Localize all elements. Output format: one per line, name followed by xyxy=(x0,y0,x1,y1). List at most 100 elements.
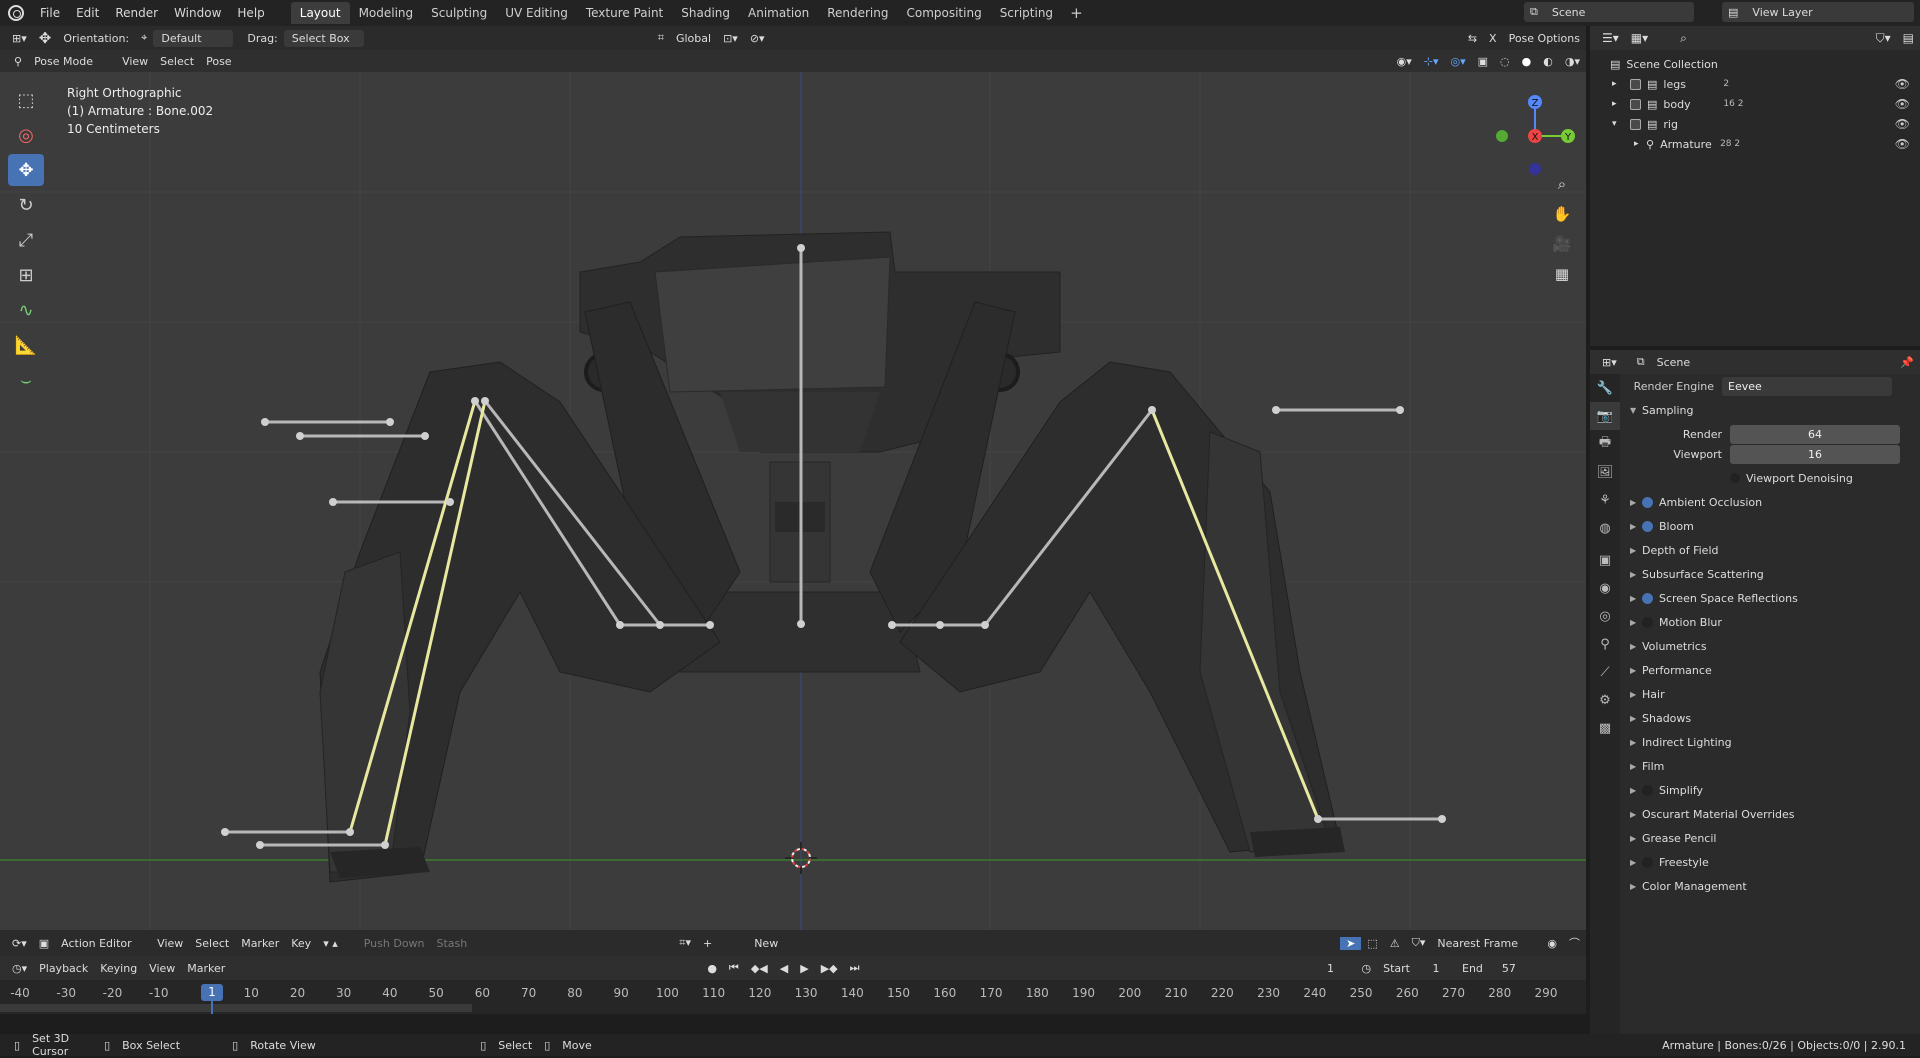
ae-filter-icon[interactable]: ▾ ▴ xyxy=(317,937,344,950)
snap-mode-dropdown[interactable]: Nearest Frame xyxy=(1431,937,1541,950)
annotate-tool-icon[interactable]: ∿ xyxy=(8,294,44,326)
menu-window[interactable]: Window xyxy=(166,6,229,20)
falloff-icon[interactable]: ⌒ xyxy=(1563,935,1586,951)
ae-view-menu[interactable]: View xyxy=(151,937,189,950)
timeline-marker-menu[interactable]: Marker xyxy=(181,962,231,975)
only-selected-icon[interactable]: ➤ xyxy=(1340,936,1362,950)
object-tab-icon[interactable]: ▣ xyxy=(1590,546,1620,574)
panel-oscurart-material-overrides[interactable]: ▶ Oscurart Material Overrides xyxy=(1622,802,1920,826)
expand-arrow-icon[interactable]: ▸ xyxy=(1612,79,1624,89)
scene-selector[interactable]: ⧉ Scene xyxy=(1524,2,1694,22)
exclude-checkbox[interactable] xyxy=(1630,78,1641,90)
only-errors-icon[interactable]: ⚠ xyxy=(1384,937,1406,950)
world-tab-icon[interactable]: ◍ xyxy=(1590,514,1620,542)
exclude-checkbox[interactable] xyxy=(1630,118,1641,130)
panel-motion-blur[interactable]: ▶ Motion Blur xyxy=(1622,610,1920,634)
panel-grease-pencil[interactable]: ▶ Grease Pencil xyxy=(1622,826,1920,850)
view-layer-tab-icon[interactable]: 🖼 xyxy=(1590,458,1620,486)
shading-rendered-icon[interactable]: ◑▾ xyxy=(1559,55,1586,68)
outliner-item-legs[interactable]: ▸ ▤ legs 2 👁 xyxy=(1590,74,1920,94)
panel-volumetrics[interactable]: ▶ Volumetrics xyxy=(1622,634,1920,658)
tool-tab-icon[interactable]: 🔧 xyxy=(1590,374,1620,402)
menu-render[interactable]: Render xyxy=(107,6,166,20)
scene-collection-row[interactable]: ▤ Scene Collection xyxy=(1590,54,1920,74)
panel-enable-checkbox[interactable] xyxy=(1642,520,1653,532)
tab-modeling[interactable]: Modeling xyxy=(350,2,423,24)
visibility-eye-icon[interactable]: 👁 xyxy=(1895,97,1910,111)
mirror-icon[interactable]: ⇆ xyxy=(1462,32,1483,45)
panel-enable-checkbox[interactable] xyxy=(1642,784,1653,796)
navigation-gizmo[interactable]: Z Y X xyxy=(1490,84,1580,184)
panel-performance[interactable]: ▶ Performance xyxy=(1622,658,1920,682)
select-box-tool-icon[interactable]: ⬚ xyxy=(8,84,44,116)
ae-key-menu[interactable]: Key xyxy=(285,937,317,950)
shading-wireframe-icon[interactable]: ◌ xyxy=(1494,55,1516,68)
new-action-button[interactable]: New xyxy=(748,937,784,950)
xray-icon[interactable]: ▣ xyxy=(1472,55,1494,68)
next-key-icon[interactable]: ▶◆ xyxy=(815,962,844,975)
panel-film[interactable]: ▶ Film xyxy=(1622,754,1920,778)
jump-end-icon[interactable]: ⏭ xyxy=(844,961,866,975)
3d-viewport[interactable]: ⊞▾ ✥ Orientation: ⌖ Default Drag: Select… xyxy=(0,26,1586,930)
prev-key-icon[interactable]: ◆◀ xyxy=(745,962,774,975)
expand-arrow-icon[interactable]: ▸ xyxy=(1612,99,1624,109)
keying-menu[interactable]: Keying xyxy=(94,962,143,975)
transform-tool-icon[interactable]: ⊞ xyxy=(8,259,44,291)
render-engine-dropdown[interactable]: Eevee xyxy=(1722,376,1892,396)
action-editor-mode-dropdown[interactable]: Action Editor xyxy=(55,937,151,950)
shading-solid-icon[interactable]: ● xyxy=(1516,55,1538,68)
start-frame-field[interactable]: 1 xyxy=(1416,962,1456,975)
new-collection-icon[interactable]: ▤ xyxy=(1897,31,1920,45)
playhead-line[interactable] xyxy=(211,1001,213,1014)
blender-logo-icon[interactable] xyxy=(8,5,24,21)
shading-material-icon[interactable]: ◐ xyxy=(1537,55,1559,68)
constraint-tab-icon[interactable]: ◉ xyxy=(1590,574,1620,602)
viewport-scene[interactable] xyxy=(0,72,1586,930)
tab-uv-editing[interactable]: UV Editing xyxy=(496,2,577,24)
action-browse-icon[interactable]: ⌗▾ xyxy=(673,936,697,950)
current-frame-field[interactable]: 1 xyxy=(1306,962,1356,975)
physics-tab-icon[interactable]: ◎ xyxy=(1590,602,1620,630)
panel-color-management[interactable]: ▶ Color Management xyxy=(1622,874,1920,898)
drag-dropdown[interactable]: Select Box xyxy=(283,29,364,47)
panel-enable-checkbox[interactable] xyxy=(1642,496,1653,508)
transform-orientation-dropdown[interactable]: Global xyxy=(670,32,717,45)
tab-texture-paint[interactable]: Texture Paint xyxy=(577,2,672,24)
view-menu[interactable]: View xyxy=(116,55,154,68)
gizmo-neg-y-icon[interactable] xyxy=(1496,130,1508,142)
outliner-item-rig[interactable]: ▾ ▤ rig 👁 xyxy=(1590,114,1920,134)
action-editor-type-icon[interactable]: ⟳▾ xyxy=(6,937,33,950)
tab-shading[interactable]: Shading xyxy=(672,2,739,24)
panel-bloom[interactable]: ▶ Bloom xyxy=(1622,514,1920,538)
zoom-icon[interactable]: ⌕ xyxy=(1548,170,1576,198)
properties-type-icon[interactable]: ⊞▾ xyxy=(1596,356,1623,369)
outliner-type-icon[interactable]: ☰▾ xyxy=(1596,31,1625,45)
scale-tool-icon[interactable]: ⤢ xyxy=(8,224,44,256)
select-menu[interactable]: Select xyxy=(154,55,200,68)
outliner-item-body[interactable]: ▸ ▤ body 16 2 👁 xyxy=(1590,94,1920,114)
tab-scripting[interactable]: Scripting xyxy=(991,2,1062,24)
ortho-grid-icon[interactable]: ▦ xyxy=(1548,260,1576,288)
editor-type-icon[interactable]: ⊞▾ xyxy=(6,32,33,45)
new-action-plus-icon[interactable]: + xyxy=(697,937,718,950)
panel-depth-of-field[interactable]: ▶ Depth of Field xyxy=(1622,538,1920,562)
scene-tab-icon[interactable]: ⚘ xyxy=(1590,486,1620,514)
panel-subsurface-scattering[interactable]: ▶ Subsurface Scattering xyxy=(1622,562,1920,586)
transform-gizmo-icon[interactable]: ✥ xyxy=(33,29,58,47)
push-down-button[interactable]: Push Down xyxy=(358,937,431,950)
expand-arrow-icon[interactable]: ▸ xyxy=(1634,139,1646,149)
panel-screen-space-reflections[interactable]: ▶ Screen Space Reflections xyxy=(1622,586,1920,610)
measure-tool-icon[interactable]: 📐 xyxy=(8,329,44,361)
visibility-eye-icon[interactable]: 👁 xyxy=(1895,77,1910,91)
outliner-item-armature[interactable]: ▸ ⚲ Armature 28 2 👁 xyxy=(1590,134,1920,154)
denoise-checkbox[interactable] xyxy=(1730,473,1740,483)
panel-simplify[interactable]: ▶ Simplify xyxy=(1622,778,1920,802)
proportional-icon[interactable]: ◉ xyxy=(1541,937,1563,950)
visibility-eye-icon[interactable]: 👁 xyxy=(1895,117,1910,131)
tab-sculpting[interactable]: Sculpting xyxy=(422,2,496,24)
mode-dropdown[interactable]: Pose Mode xyxy=(28,55,116,68)
pin-icon[interactable]: 📌 xyxy=(1894,356,1920,369)
playhead-frame[interactable]: 1 xyxy=(201,984,223,1001)
visibility-icon[interactable]: ◉▾ xyxy=(1391,55,1418,68)
texture-tab-icon[interactable]: ▩ xyxy=(1590,714,1620,742)
